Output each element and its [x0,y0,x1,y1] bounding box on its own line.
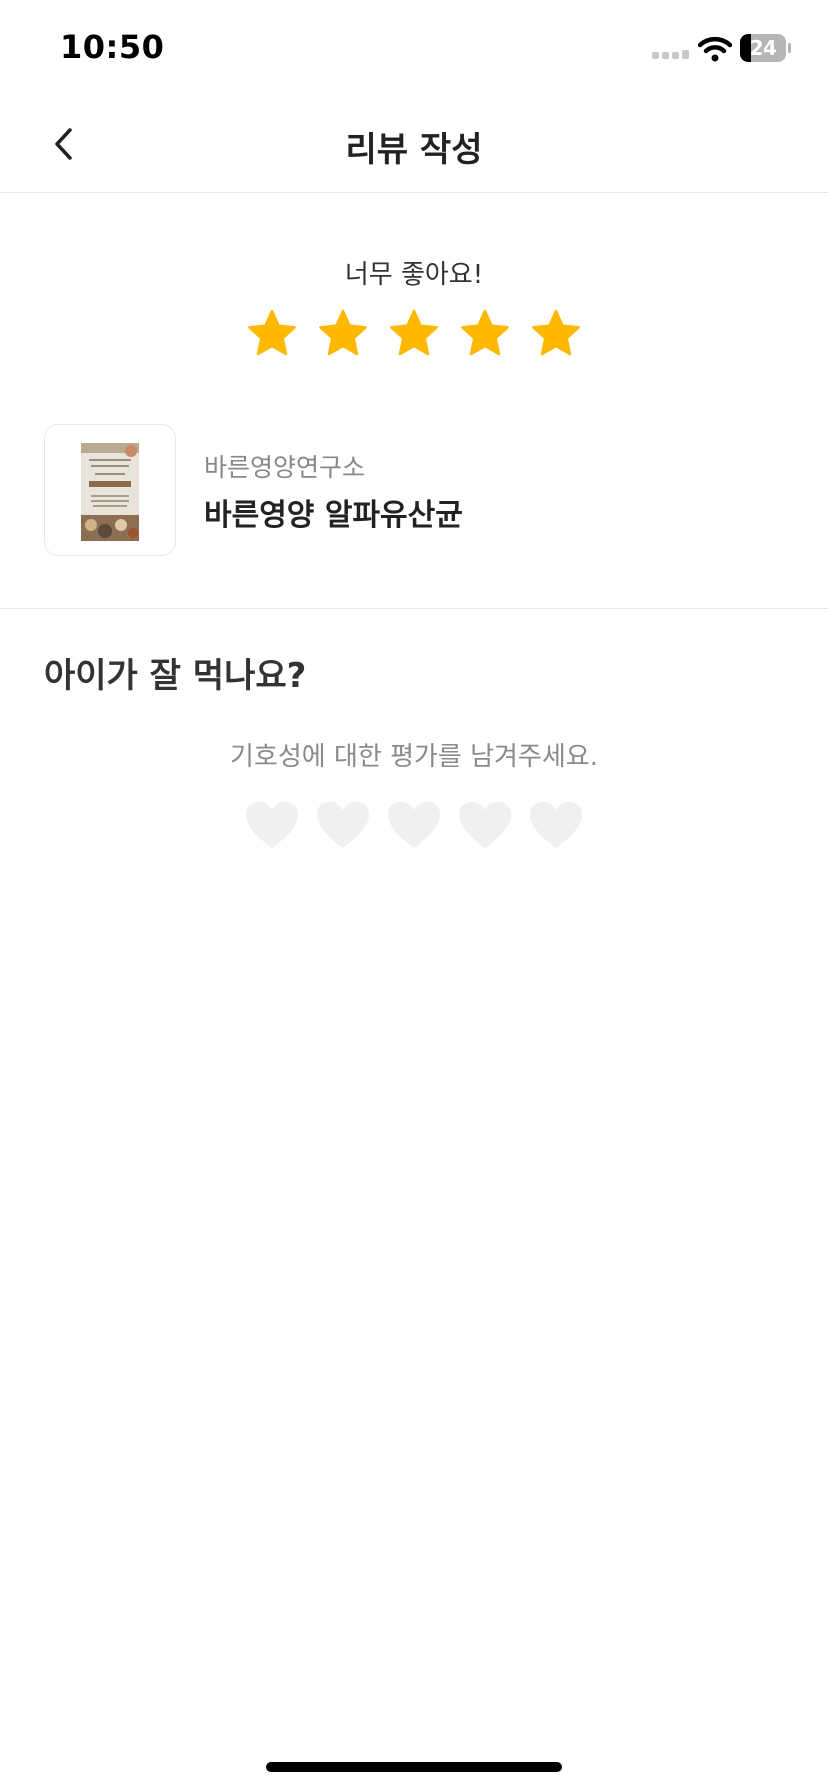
heart-icon[interactable] [244,800,300,852]
status-bar: 10:50 24 [0,0,828,96]
battery-level: 24 [749,36,777,60]
battery-cap [788,43,791,53]
star-icon[interactable] [246,308,298,360]
heart-icon[interactable] [386,800,442,852]
wifi-icon [698,36,732,62]
star-icon[interactable] [530,308,582,360]
nav-header: 리뷰 작성 [0,96,828,193]
product-brand: 바른영양연구소 [204,453,366,482]
star-rating[interactable] [246,308,582,360]
product-name: 바른영양 알파유산균 [204,498,463,533]
section-divider [0,608,828,609]
product-thumbnail [44,424,176,556]
heart-icon[interactable] [528,800,584,852]
star-icon[interactable] [317,308,369,360]
star-icon[interactable] [459,308,511,360]
battery-indicator: 24 [740,34,791,62]
battery-body: 24 [740,34,786,62]
heart-icon[interactable] [457,800,513,852]
rating-caption: 너무 좋아요! [344,260,484,290]
star-icon[interactable] [388,308,440,360]
product-image [81,443,139,541]
heart-icon[interactable] [315,800,371,852]
preference-caption: 기호성에 대한 평가를 남겨주세요. [230,742,598,772]
page-title: 리뷰 작성 [345,130,483,170]
preference-question: 아이가 잘 먹나요? [44,656,307,696]
cellular-signal-icon [652,50,689,59]
status-time: 10:50 [60,28,165,66]
heart-rating[interactable] [244,800,584,852]
home-indicator [266,1762,562,1772]
